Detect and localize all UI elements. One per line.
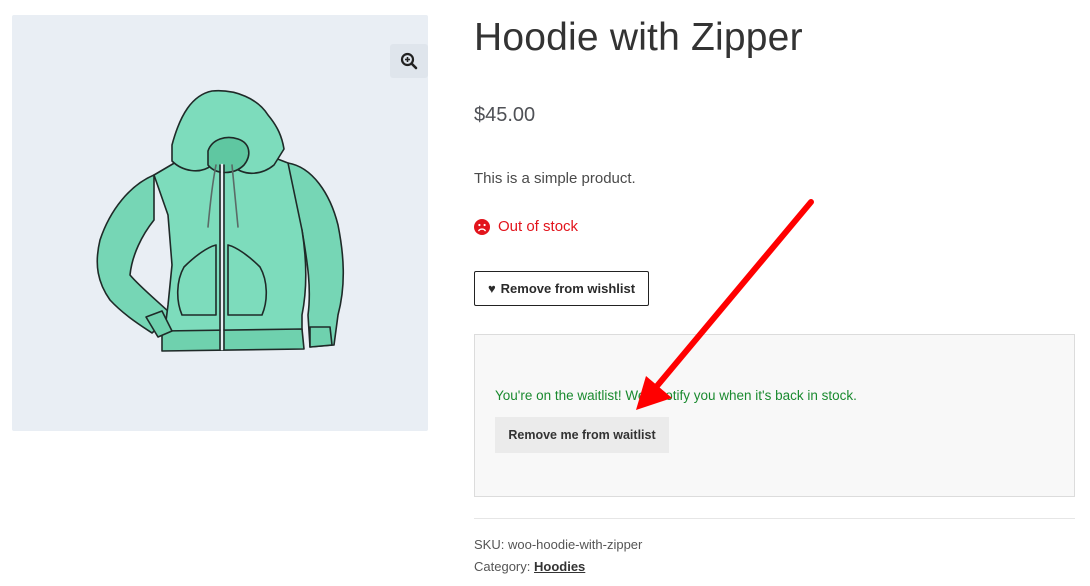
product-gallery [12,15,428,431]
remove-from-wishlist-label: Remove from wishlist [500,281,636,296]
product-image[interactable] [12,15,428,431]
heart-icon: ♥ [487,281,496,296]
waitlist-panel: You're on the waitlist! We'll notify you… [474,334,1075,497]
remove-from-wishlist-button[interactable]: ♥ Remove from wishlist [474,271,649,306]
product-price: $45.00 [474,104,536,126]
category-link-hoodies[interactable]: Hoodies [534,559,585,574]
product-title: Hoodie with Zipper [474,16,803,59]
sad-face-icon [474,218,490,235]
waitlist-confirmation-message: You're on the waitlist! We'll notify you… [495,388,857,403]
magnifier-zoom-icon [400,52,418,70]
product-category: Category: Hoodies [474,559,585,574]
zoom-button[interactable] [390,44,428,78]
product-short-description: This is a simple product. [474,170,636,187]
category-label: Category: [474,559,531,574]
sku-label: SKU: [474,537,505,552]
stock-status: Out of stock [474,218,578,235]
product-sku: SKU: woo-hoodie-with-zipper [474,537,642,552]
remove-from-waitlist-button[interactable]: Remove me from waitlist [495,417,669,453]
meta-divider [474,518,1075,519]
sku-value: woo-hoodie-with-zipper [507,537,643,552]
stock-status-text: Out of stock [498,218,579,235]
